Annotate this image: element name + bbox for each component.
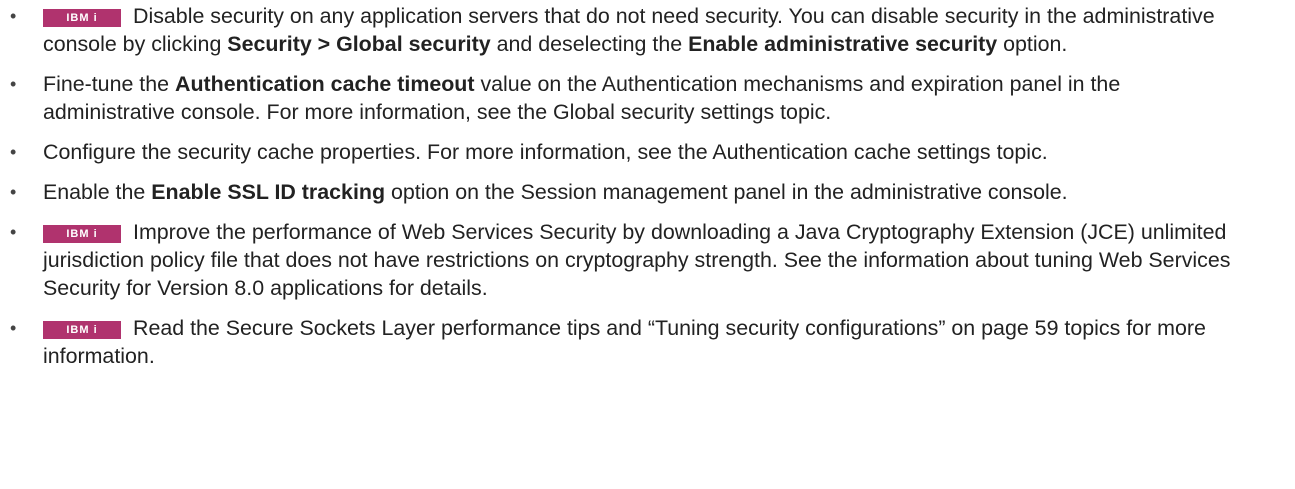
bold-term: Enable administrative security xyxy=(688,32,998,56)
text-run: Configure the security cache properties.… xyxy=(43,140,1048,164)
text-run: option. xyxy=(997,32,1068,56)
bullet-icon: • xyxy=(10,182,17,202)
bold-term: Security > Global security xyxy=(227,32,491,56)
bullet-icon: • xyxy=(10,142,17,162)
bullet-icon: • xyxy=(10,318,17,338)
list-item: • Configure the security cache properties… xyxy=(0,138,1248,166)
list-item: • IBM i Read the Secure Sockets Layer perf… xyxy=(0,314,1248,370)
text-run: Read the Secure Sockets Layer performanc… xyxy=(43,316,1206,368)
ibm-i-badge: IBM i xyxy=(43,225,121,243)
list-item: • Fine-tune the Authentication cache time… xyxy=(0,70,1248,126)
text-run: Fine-tune the xyxy=(43,72,175,96)
text-run: Enable the xyxy=(43,180,152,204)
bullet-icon: • xyxy=(10,6,17,26)
bold-term: Authentication cache timeout xyxy=(175,72,475,96)
bullet-icon: • xyxy=(10,74,17,94)
list-item: • IBM i Disable security on any applicatio… xyxy=(0,2,1248,58)
ibm-i-badge: IBM i xyxy=(43,321,121,339)
bold-term: Enable SSL ID tracking xyxy=(151,180,386,204)
bullet-icon: • xyxy=(10,222,17,242)
list-item: • Enable the Enable SSL ID tracking optio… xyxy=(0,178,1248,206)
text-run: and deselecting the xyxy=(490,32,689,56)
list-item: • IBM i Improve the performance of Web Ser… xyxy=(0,218,1248,302)
bullet-list: • IBM i Disable security on any applicatio… xyxy=(0,2,1295,370)
text-run: option on the Session management panel i… xyxy=(385,180,1068,204)
ibm-i-badge: IBM i xyxy=(43,9,121,27)
text-run: Improve the performance of Web Services … xyxy=(43,220,1231,300)
document-page: • IBM i Disable security on any applicatio… xyxy=(0,0,1295,489)
